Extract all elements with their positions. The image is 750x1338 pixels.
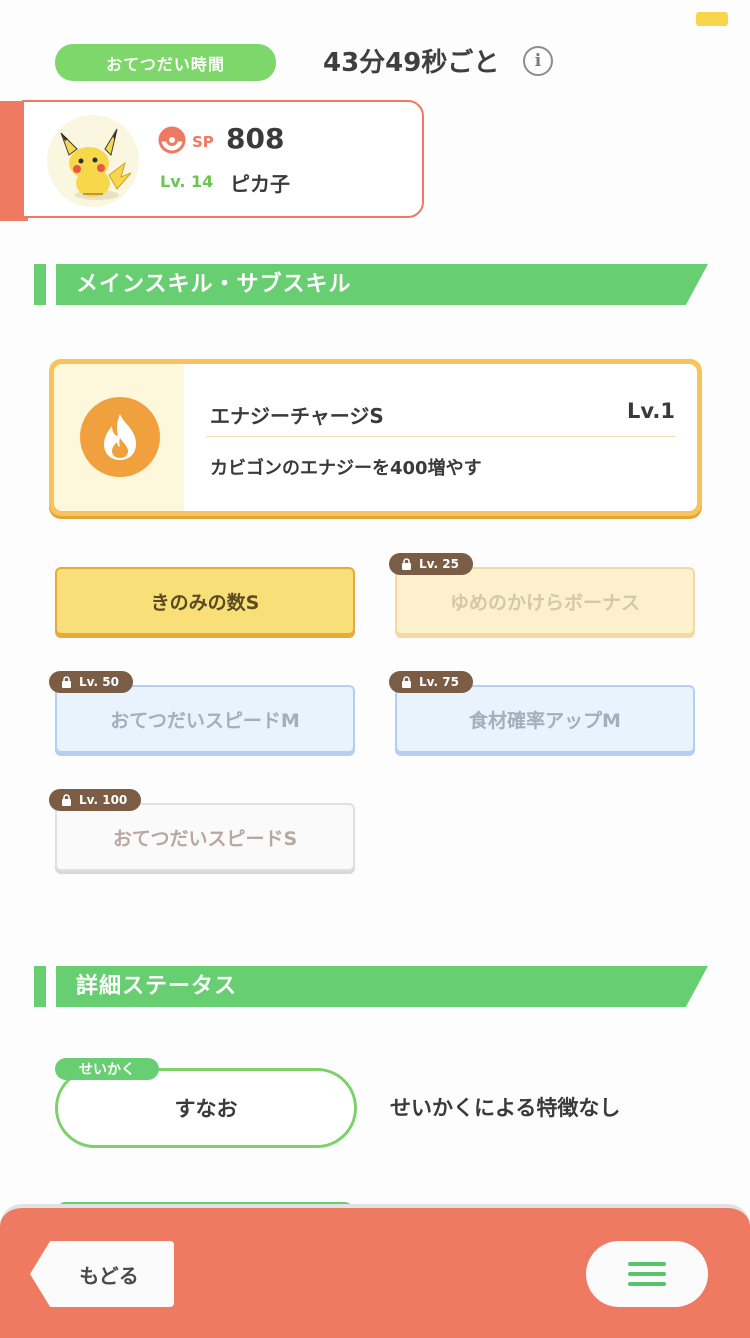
info-icon[interactable]: i <box>523 46 553 76</box>
section-title-status: 詳細ステータス <box>76 974 238 999</box>
section-header-skills: メインスキル・サブスキル <box>34 264 714 305</box>
help-time-value: 43分49秒ごと <box>323 48 500 78</box>
battery-indicator <box>696 12 728 26</box>
main-skill-name: エナジーチャージS <box>210 404 384 428</box>
nature-description: せいかくによる特徴なし <box>390 1096 621 1120</box>
sp-label: SP <box>192 133 214 151</box>
lock-badge: Lv. 100 <box>49 789 142 811</box>
sub-skill-5[interactable]: おてつだいスピードS <box>55 803 355 871</box>
sp-ball-icon <box>158 126 186 154</box>
nature-tag: せいかく <box>55 1058 159 1080</box>
sub-skill-label: おてつだいスピードS <box>112 827 298 850</box>
section-header-status: 詳細ステータス <box>34 966 714 1007</box>
sub-skill-label: ゆめのかけらボーナス <box>449 591 640 614</box>
back-button[interactable]: もどる <box>30 1241 174 1307</box>
lock-icon <box>62 794 71 806</box>
sub-skill-4[interactable]: 食材確率アップM <box>395 685 695 753</box>
nature-value: すなお <box>174 1097 238 1121</box>
nature-box[interactable]: すなお <box>55 1068 357 1148</box>
pokemon-level: Lv. 14 <box>160 172 214 191</box>
lock-level: Lv. 25 <box>419 557 459 571</box>
help-time-label: おてつだい時間 <box>55 44 276 81</box>
main-skill-level: Lv.1 <box>627 399 675 423</box>
pikachu-icon <box>60 128 132 200</box>
main-skill-card[interactable]: エナジーチャージS Lv.1 カビゴンのエナジーを400増やす <box>49 359 702 516</box>
sub-skill-label: きのみの数S <box>150 591 260 614</box>
lock-level: Lv. 75 <box>419 675 459 689</box>
sub-skill-2[interactable]: ゆめのかけらボーナス <box>395 567 695 635</box>
menu-button[interactable] <box>586 1241 708 1307</box>
lock-badge: Lv. 25 <box>389 553 473 575</box>
section-title-skills: メインスキル・サブスキル <box>76 272 352 297</box>
lock-badge: Lv. 75 <box>389 671 473 693</box>
main-skill-description: カビゴンのエナジーを400増やす <box>210 458 482 479</box>
lock-level: Lv. 50 <box>79 675 119 689</box>
lock-icon <box>62 676 71 688</box>
hamburger-menu-icon <box>628 1262 666 1286</box>
sub-skill-label: 食材確率アップM <box>469 709 621 732</box>
back-label: もどる <box>79 1263 139 1288</box>
pokemon-avatar <box>47 115 139 207</box>
sub-skill-label: おてつだいスピードM <box>110 709 300 732</box>
lock-level: Lv. 100 <box>79 793 128 807</box>
divider <box>206 436 675 437</box>
lock-icon <box>402 676 411 688</box>
flame-icon <box>80 397 160 477</box>
pokemon-name: ピカ子 <box>230 172 290 196</box>
sub-skill-1[interactable]: きのみの数S <box>55 567 355 635</box>
lock-badge: Lv. 50 <box>49 671 133 693</box>
sub-skill-3[interactable]: おてつだいスピードM <box>55 685 355 753</box>
lock-icon <box>402 558 411 570</box>
sp-value: 808 <box>226 122 285 155</box>
info-glyph: i <box>534 51 542 71</box>
